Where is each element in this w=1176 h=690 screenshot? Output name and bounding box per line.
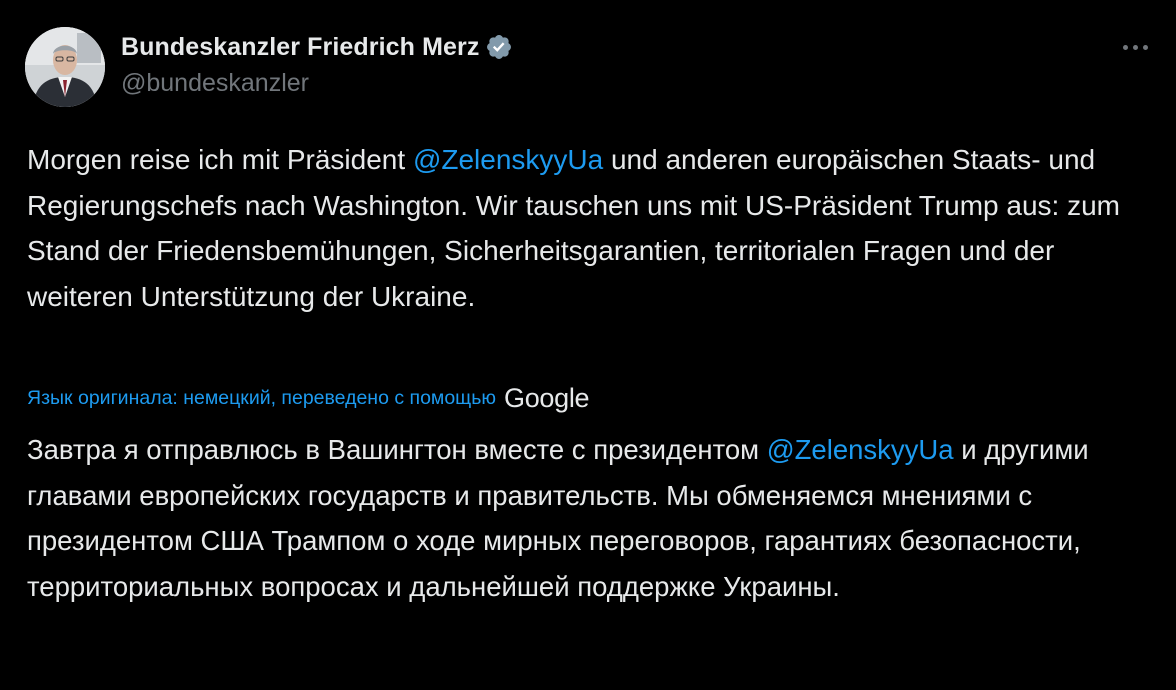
author-names: Bundeskanzler Friedrich Merz @bundeskanz…	[121, 31, 513, 98]
translation-notice: Язык оригинала: немецкий, переведено с п…	[27, 382, 590, 413]
avatar[interactable]	[25, 27, 105, 107]
translated-text-part1: Завтра я отправлюсь в Вашингтон вместе с…	[27, 434, 767, 465]
tweet-text-original: Morgen reise ich mit Präsident @Zelensky…	[27, 137, 1152, 319]
more-options-button[interactable]	[1115, 37, 1155, 57]
more-dot-icon	[1142, 44, 1148, 50]
google-logo: Google	[504, 382, 590, 413]
avatar-photo	[25, 27, 105, 107]
display-name-row: Bundeskanzler Friedrich Merz	[121, 31, 513, 63]
mention-link[interactable]: @ZelenskyyUa	[413, 144, 603, 175]
mention-link[interactable]: @ZelenskyyUa	[767, 434, 954, 465]
original-text-part1: Morgen reise ich mit Präsident	[27, 144, 413, 175]
translation-label[interactable]: Язык оригинала: немецкий, переведено с п…	[27, 387, 496, 410]
tweet-header: Bundeskanzler Friedrich Merz @bundeskanz…	[25, 27, 1155, 107]
author-handle[interactable]: @bundeskanzler	[121, 69, 513, 98]
more-dot-icon	[1122, 44, 1128, 50]
verified-badge-icon[interactable]	[485, 33, 513, 61]
more-dot-icon	[1132, 44, 1138, 50]
display-name[interactable]: Bundeskanzler Friedrich Merz	[121, 33, 479, 62]
tweet-text-translated: Завтра я отправлюсь в Вашингтон вместе с…	[27, 427, 1152, 609]
